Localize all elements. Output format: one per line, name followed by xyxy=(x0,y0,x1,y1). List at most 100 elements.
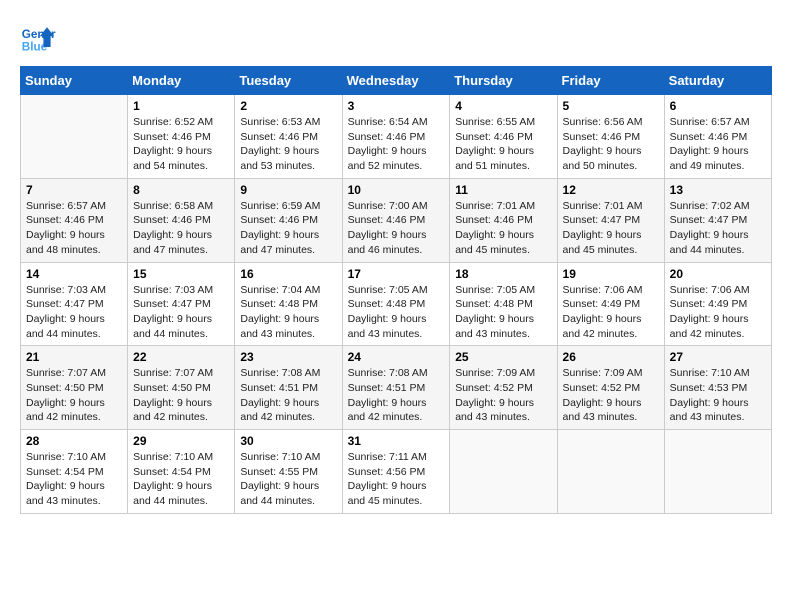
day-info: Sunrise: 7:10 AM Sunset: 4:54 PM Dayligh… xyxy=(133,450,229,509)
day-number: 28 xyxy=(26,434,122,448)
day-info: Sunrise: 7:08 AM Sunset: 4:51 PM Dayligh… xyxy=(348,366,445,425)
day-info: Sunrise: 6:53 AM Sunset: 4:46 PM Dayligh… xyxy=(240,115,336,174)
week-row-5: 28 Sunrise: 7:10 AM Sunset: 4:54 PM Dayli… xyxy=(21,430,772,514)
day-cell: 30 Sunrise: 7:10 AM Sunset: 4:55 PM Dayli… xyxy=(235,430,342,514)
day-cell: 27 Sunrise: 7:10 AM Sunset: 4:53 PM Dayli… xyxy=(664,346,771,430)
day-cell: 22 Sunrise: 7:07 AM Sunset: 4:50 PM Dayli… xyxy=(128,346,235,430)
day-info: Sunrise: 6:58 AM Sunset: 4:46 PM Dayligh… xyxy=(133,199,229,258)
day-cell: 14 Sunrise: 7:03 AM Sunset: 4:47 PM Dayli… xyxy=(21,262,128,346)
day-cell: 9 Sunrise: 6:59 AM Sunset: 4:46 PM Daylig… xyxy=(235,178,342,262)
day-number: 24 xyxy=(348,350,445,364)
day-number: 27 xyxy=(670,350,766,364)
day-info: Sunrise: 6:54 AM Sunset: 4:46 PM Dayligh… xyxy=(348,115,445,174)
day-info: Sunrise: 6:59 AM Sunset: 4:46 PM Dayligh… xyxy=(240,199,336,258)
day-number: 14 xyxy=(26,267,122,281)
day-info: Sunrise: 7:03 AM Sunset: 4:47 PM Dayligh… xyxy=(133,283,229,342)
day-info: Sunrise: 7:11 AM Sunset: 4:56 PM Dayligh… xyxy=(348,450,445,509)
day-cell: 4 Sunrise: 6:55 AM Sunset: 4:46 PM Daylig… xyxy=(450,95,557,179)
day-cell: 7Sunrise: 6:57 AM Sunset: 4:46 PM Daylig… xyxy=(21,178,128,262)
day-info: Sunrise: 6:56 AM Sunset: 4:46 PM Dayligh… xyxy=(563,115,659,174)
day-info: Sunrise: 7:10 AM Sunset: 4:55 PM Dayligh… xyxy=(240,450,336,509)
day-info: Sunrise: 7:05 AM Sunset: 4:48 PM Dayligh… xyxy=(455,283,551,342)
day-cell: 21Sunrise: 7:07 AM Sunset: 4:50 PM Dayli… xyxy=(21,346,128,430)
day-cell: 31 Sunrise: 7:11 AM Sunset: 4:56 PM Dayli… xyxy=(342,430,450,514)
day-cell xyxy=(450,430,557,514)
day-number: 22 xyxy=(133,350,229,364)
day-info: Sunrise: 7:10 AM Sunset: 4:53 PM Dayligh… xyxy=(670,366,766,425)
logo: General Blue xyxy=(20,20,60,56)
day-number: 12 xyxy=(563,183,659,197)
day-number: 1 xyxy=(133,99,229,113)
day-number: 25 xyxy=(455,350,551,364)
day-cell: 18 Sunrise: 7:05 AM Sunset: 4:48 PM Dayli… xyxy=(450,262,557,346)
day-info: Sunrise: 7:01 AM Sunset: 4:47 PM Dayligh… xyxy=(563,199,659,258)
calendar: SundayMondayTuesdayWednesdayThursdayFrid… xyxy=(20,66,772,514)
day-number: 9 xyxy=(240,183,336,197)
day-cell: 11 Sunrise: 7:01 AM Sunset: 4:46 PM Dayli… xyxy=(450,178,557,262)
day-cell: 6Sunrise: 6:57 AM Sunset: 4:46 PM Daylig… xyxy=(664,95,771,179)
day-info: Sunrise: 7:10 AM Sunset: 4:54 PM Dayligh… xyxy=(26,450,122,509)
day-number: 18 xyxy=(455,267,551,281)
logo-icon: General Blue xyxy=(20,20,56,56)
day-number: 20 xyxy=(670,267,766,281)
week-row-4: 21 Sunrise: 7:07 AM Sunset: 4:50 PM Dayli… xyxy=(21,346,772,430)
day-info: Sunrise: 7:06 AM Sunset: 4:49 PM Dayligh… xyxy=(563,283,659,342)
day-number: 31 xyxy=(348,434,445,448)
day-info: Sunrise: 6:55 AM Sunset: 4:46 PM Dayligh… xyxy=(455,115,551,174)
day-number: 16 xyxy=(240,267,336,281)
day-info: Sunrise: 6:57 AM Sunset: 4:46 PM Dayligh… xyxy=(670,115,766,174)
day-cell: 23 Sunrise: 7:08 AM Sunset: 4:51 PM Dayli… xyxy=(235,346,342,430)
day-number: 30 xyxy=(240,434,336,448)
day-number: 21 xyxy=(26,350,122,364)
day-info: Sunrise: 7:09 AM Sunset: 4:52 PM Dayligh… xyxy=(455,366,551,425)
day-cell: 29 Sunrise: 7:10 AM Sunset: 4:54 PM Dayli… xyxy=(128,430,235,514)
day-number: 29 xyxy=(133,434,229,448)
day-number: 23 xyxy=(240,350,336,364)
day-cell: 19 Sunrise: 7:06 AM Sunset: 4:49 PM Dayli… xyxy=(557,262,664,346)
weekday-header-thursday: Thursday xyxy=(450,67,557,95)
weekday-header-wednesday: Wednesday xyxy=(342,67,450,95)
day-cell: 2 Sunrise: 6:53 AM Sunset: 4:46 PM Daylig… xyxy=(235,95,342,179)
weekday-header-sunday: Sunday xyxy=(21,67,128,95)
day-number: 4 xyxy=(455,99,551,113)
day-number: 2 xyxy=(240,99,336,113)
day-info: Sunrise: 7:08 AM Sunset: 4:51 PM Dayligh… xyxy=(240,366,336,425)
day-info: Sunrise: 7:05 AM Sunset: 4:48 PM Dayligh… xyxy=(348,283,445,342)
day-cell: 17 Sunrise: 7:05 AM Sunset: 4:48 PM Dayli… xyxy=(342,262,450,346)
day-number: 8 xyxy=(133,183,229,197)
day-cell: 3 Sunrise: 6:54 AM Sunset: 4:46 PM Daylig… xyxy=(342,95,450,179)
day-cell: 13 Sunrise: 7:02 AM Sunset: 4:47 PM Dayli… xyxy=(664,178,771,262)
day-cell: 16 Sunrise: 7:04 AM Sunset: 4:48 PM Dayli… xyxy=(235,262,342,346)
day-cell: 15Sunrise: 7:03 AM Sunset: 4:47 PM Dayli… xyxy=(128,262,235,346)
day-cell: 10 Sunrise: 7:00 AM Sunset: 4:46 PM Dayli… xyxy=(342,178,450,262)
day-cell: 24 Sunrise: 7:08 AM Sunset: 4:51 PM Dayli… xyxy=(342,346,450,430)
day-info: Sunrise: 7:03 AM Sunset: 4:47 PM Dayligh… xyxy=(26,283,122,342)
week-row-3: 14 Sunrise: 7:03 AM Sunset: 4:47 PM Dayli… xyxy=(21,262,772,346)
day-number: 17 xyxy=(348,267,445,281)
day-info: Sunrise: 7:09 AM Sunset: 4:52 PM Dayligh… xyxy=(563,366,659,425)
day-number: 13 xyxy=(670,183,766,197)
weekday-header-friday: Friday xyxy=(557,67,664,95)
day-info: Sunrise: 7:02 AM Sunset: 4:47 PM Dayligh… xyxy=(670,199,766,258)
weekday-header-tuesday: Tuesday xyxy=(235,67,342,95)
day-number: 7 xyxy=(26,183,122,197)
day-cell: 25 Sunrise: 7:09 AM Sunset: 4:52 PM Dayli… xyxy=(450,346,557,430)
day-info: Sunrise: 7:07 AM Sunset: 4:50 PM Dayligh… xyxy=(133,366,229,425)
day-cell: 1 Sunrise: 6:52 AM Sunset: 4:46 PM Daylig… xyxy=(128,95,235,179)
day-number: 3 xyxy=(348,99,445,113)
day-info: Sunrise: 6:52 AM Sunset: 4:46 PM Dayligh… xyxy=(133,115,229,174)
week-row-1: 1 Sunrise: 6:52 AM Sunset: 4:46 PM Daylig… xyxy=(21,95,772,179)
day-cell: 5 Sunrise: 6:56 AM Sunset: 4:46 PM Daylig… xyxy=(557,95,664,179)
week-row-2: 7Sunrise: 6:57 AM Sunset: 4:46 PM Daylig… xyxy=(21,178,772,262)
day-info: Sunrise: 7:00 AM Sunset: 4:46 PM Dayligh… xyxy=(348,199,445,258)
day-info: Sunrise: 7:06 AM Sunset: 4:49 PM Dayligh… xyxy=(670,283,766,342)
day-info: Sunrise: 7:04 AM Sunset: 4:48 PM Dayligh… xyxy=(240,283,336,342)
day-info: Sunrise: 7:01 AM Sunset: 4:46 PM Dayligh… xyxy=(455,199,551,258)
weekday-header-row: SundayMondayTuesdayWednesdayThursdayFrid… xyxy=(21,67,772,95)
day-number: 19 xyxy=(563,267,659,281)
day-cell: 8 Sunrise: 6:58 AM Sunset: 4:46 PM Daylig… xyxy=(128,178,235,262)
day-number: 5 xyxy=(563,99,659,113)
day-number: 11 xyxy=(455,183,551,197)
day-cell xyxy=(557,430,664,514)
day-number: 10 xyxy=(348,183,445,197)
